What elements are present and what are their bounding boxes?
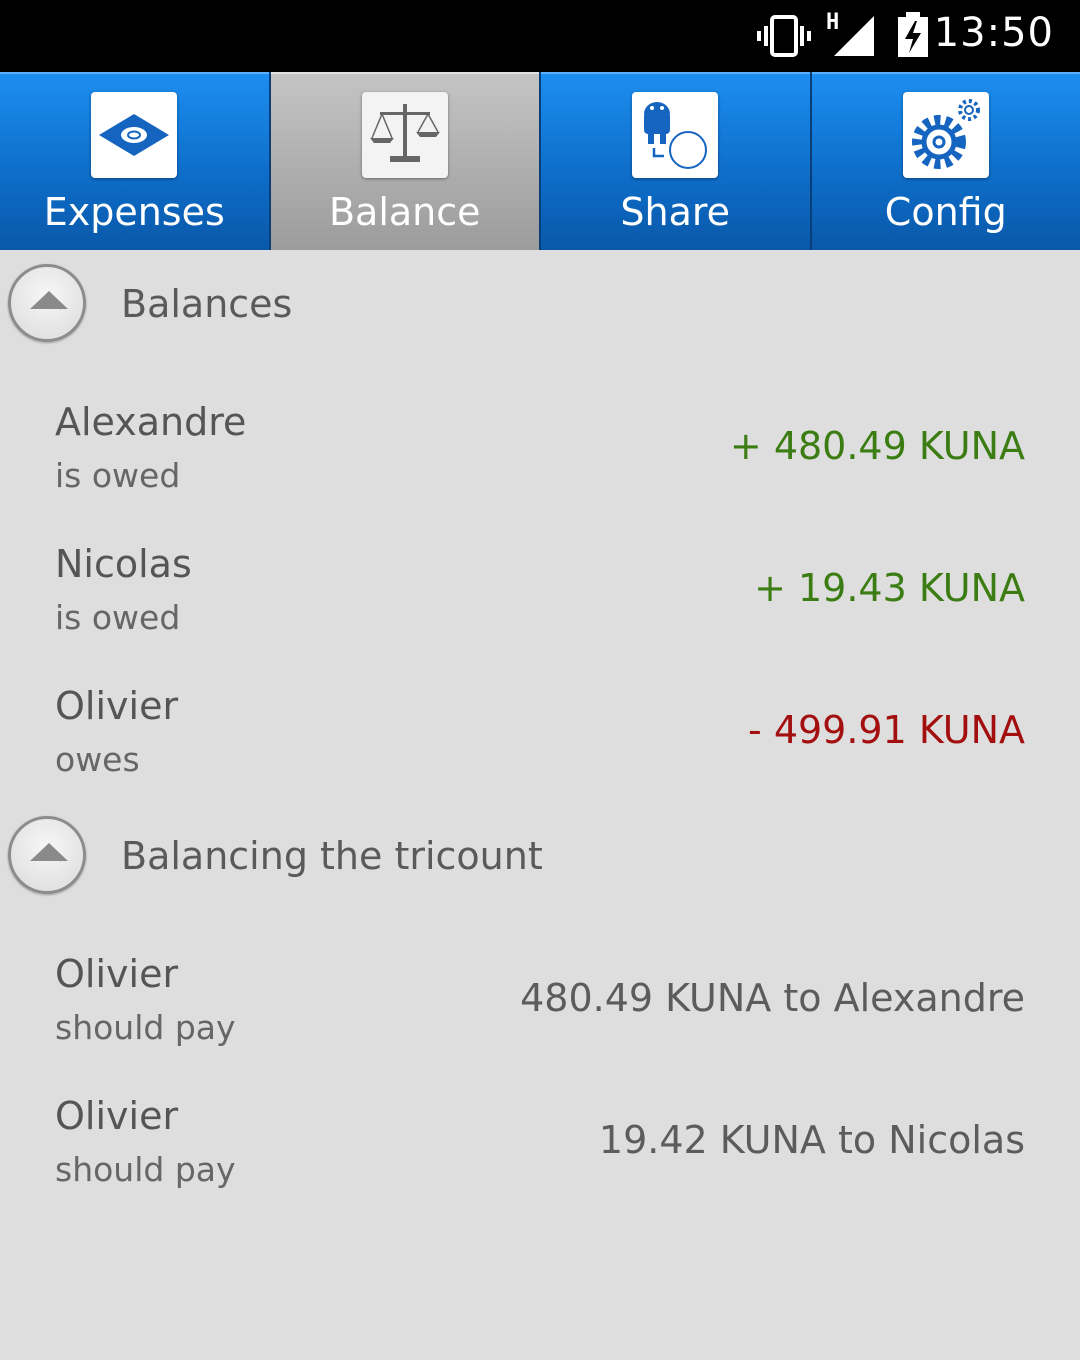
payment-amount: 19.42 KUNA to Nicolas (598, 1118, 1025, 1162)
section-balances-header[interactable]: Balances (0, 254, 1080, 354)
payment-amount: 480.49 KUNA to Alexandre (520, 976, 1025, 1020)
person-name: Alexandre (55, 400, 247, 444)
vibrate-icon (757, 15, 811, 57)
signal-icon (834, 16, 874, 56)
balance-amount: + 19.43 KUNA (754, 566, 1025, 610)
payment-row: Olivier should pay 19.42 KUNA to Nicolas (0, 1094, 1080, 1236)
balance-amount: - 499.91 KUNA (748, 708, 1025, 752)
balance-status: is owed (55, 598, 181, 637)
tab-expenses[interactable]: Expenses (0, 72, 269, 250)
section-title: Balances (121, 282, 293, 326)
status-bar: H 13:50 (0, 0, 1080, 72)
tab-label: Balance (328, 190, 481, 234)
battery-charging-icon (898, 12, 928, 57)
tab-balance[interactable]: Balance (270, 72, 539, 250)
payment-row: Olivier should pay 480.49 KUNA to Alexan… (0, 952, 1080, 1094)
gear-icon (902, 92, 989, 178)
person-name: Olivier (55, 1094, 179, 1138)
android-share-icon (632, 92, 719, 178)
person-name: Olivier (55, 684, 179, 728)
balance-amount: + 480.49 KUNA (729, 424, 1025, 468)
tab-bar: Expenses Balance Share Config (0, 72, 1080, 250)
collapse-icon[interactable] (8, 264, 86, 342)
payment-status: should pay (55, 1150, 236, 1189)
scales-icon (361, 92, 448, 178)
balance-status: owes (55, 740, 140, 779)
person-name: Nicolas (55, 542, 192, 586)
tab-config[interactable]: Config (811, 72, 1080, 250)
tab-label: Config (884, 190, 1007, 234)
tab-label: Share (620, 190, 731, 234)
tab-share[interactable]: Share (541, 72, 810, 250)
tab-label: Expenses (43, 190, 225, 234)
balance-status: is owed (55, 456, 181, 495)
status-time: 13:50 (933, 10, 1054, 56)
section-title: Balancing the tricount (121, 834, 543, 878)
balance-row: Nicolas is owed + 19.43 KUNA (0, 542, 1080, 684)
person-name: Olivier (55, 952, 179, 996)
money-note-icon (91, 92, 178, 178)
payment-status: should pay (55, 1008, 236, 1047)
balance-row: Olivier owes - 499.91 KUNA (0, 684, 1080, 826)
section-balancing-header[interactable]: Balancing the tricount (0, 806, 1080, 906)
balance-row: Alexandre is owed + 480.49 KUNA (0, 400, 1080, 542)
collapse-icon[interactable] (8, 816, 86, 894)
